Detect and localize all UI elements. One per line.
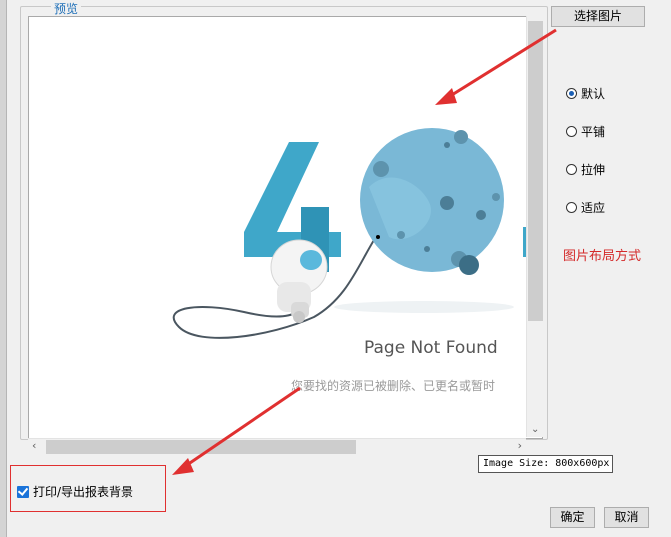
radio-tile-label: 平铺 bbox=[581, 124, 606, 139]
ok-button[interactable]: 确定 bbox=[550, 507, 595, 528]
radio-tile[interactable]: 平铺 bbox=[566, 123, 605, 139]
radio-fit[interactable]: 适应 bbox=[566, 199, 605, 215]
radio-default-indicator[interactable] bbox=[566, 87, 577, 99]
window-left-edge bbox=[0, 0, 7, 537]
radio-stretch-indicator[interactable] bbox=[566, 163, 577, 175]
scroll-right-icon[interactable]: › bbox=[518, 439, 522, 452]
horizontal-scrollbar[interactable]: ‹ › bbox=[28, 438, 526, 455]
print-background-checkbox-row[interactable]: 打印/导出报表背景 bbox=[17, 483, 133, 500]
radio-fit-indicator[interactable] bbox=[566, 201, 577, 213]
vertical-scrollbar[interactable]: ⌄ bbox=[526, 16, 544, 437]
radio-default[interactable]: 默认 bbox=[566, 85, 605, 101]
radio-fit-label: 适应 bbox=[581, 200, 606, 215]
preview-viewport: Page Not Found 您要找的资源已被删除、已更名或暂时 bbox=[28, 16, 543, 439]
image-size-tooltip: Image Size: 800x600px bbox=[478, 455, 613, 473]
scroll-left-icon[interactable]: ‹ bbox=[32, 439, 36, 452]
scroll-down-icon[interactable]: ⌄ bbox=[531, 424, 539, 435]
radio-stretch-label: 拉伸 bbox=[581, 162, 606, 177]
page-not-found-title: Page Not Found bbox=[364, 338, 498, 358]
radio-stretch[interactable]: 拉伸 bbox=[566, 161, 605, 177]
radio-tile-indicator[interactable] bbox=[566, 125, 577, 137]
select-image-button[interactable]: 选择图片 bbox=[551, 6, 645, 27]
vertical-scroll-thumb[interactable] bbox=[528, 21, 543, 321]
page-not-found-illustration bbox=[172, 128, 527, 339]
preview-legend: 预览 bbox=[51, 3, 82, 15]
page-not-found-subtitle: 您要找的资源已被删除、已更名或暂时 bbox=[291, 379, 496, 393]
print-background-label: 打印/导出报表背景 bbox=[33, 485, 134, 499]
arrow-head-bottom bbox=[172, 458, 194, 475]
layout-mode-annotation: 图片布局方式 bbox=[563, 249, 642, 264]
cancel-button[interactable]: 取消 bbox=[604, 507, 649, 528]
print-background-checkbox[interactable] bbox=[17, 485, 29, 498]
radio-default-label: 默认 bbox=[581, 86, 606, 101]
horizontal-scroll-thumb[interactable] bbox=[46, 440, 356, 454]
